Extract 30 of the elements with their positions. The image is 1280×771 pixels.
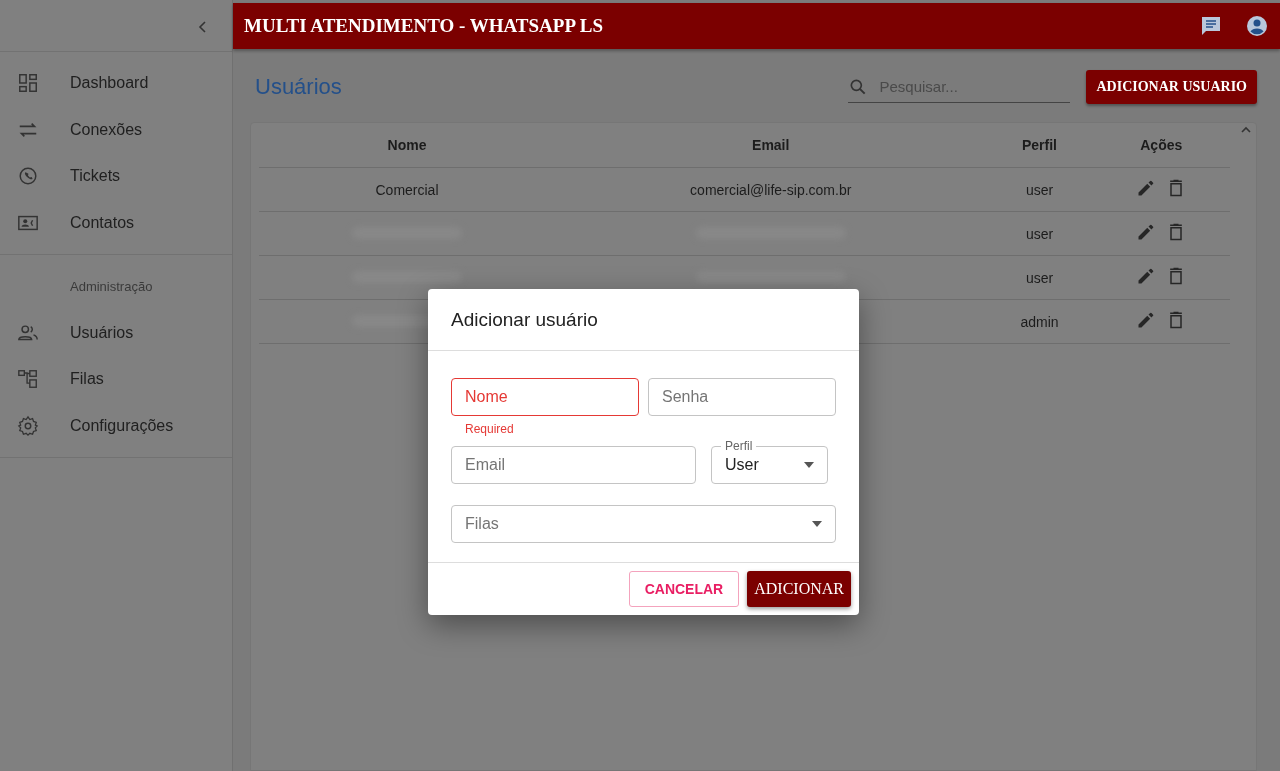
sidebar-item[interactable]: Configurações (0, 402, 232, 450)
table-cell: comercial@life-sip.com.br (690, 181, 852, 198)
password-field[interactable]: Senha (648, 378, 836, 416)
error-text: Required (465, 422, 514, 436)
column-header: Nome (387, 137, 427, 153)
sidebar-item[interactable]: Contatos (0, 199, 232, 247)
field-label: Perfil (721, 439, 757, 453)
queues-select[interactable]: Filas (451, 505, 836, 543)
page-title: Usuários (255, 74, 342, 99)
column-header: Perfil (1022, 137, 1057, 153)
sidebar-item[interactable]: Filas (0, 355, 232, 403)
table-cell: admin (1020, 313, 1059, 330)
table-cell: user (1025, 269, 1054, 286)
section-header: Administração (70, 278, 153, 294)
table-cell: Comercial (375, 181, 439, 198)
cancel-button[interactable]: CANCELAR (628, 571, 740, 607)
dialog-title: Adicionar usuário (451, 309, 598, 330)
sidebar-item[interactable]: Usuários (0, 309, 232, 356)
add-user-button[interactable]: ADICIONAR USUARIO (1086, 70, 1257, 104)
email-field[interactable]: Email (451, 446, 696, 484)
sidebar-item[interactable]: Conexões (0, 106, 232, 154)
column-header: Email (752, 137, 790, 153)
app-title: MULTI ATENDIMENTO - WHATSAPP LS (244, 15, 604, 37)
table-cell: user (1025, 181, 1054, 198)
add-button[interactable]: ADICIONAR (747, 571, 851, 607)
column-header: Ações (1140, 137, 1183, 153)
name-field[interactable]: Nome (451, 378, 639, 416)
sidebar-item[interactable]: Tickets (0, 153, 232, 200)
sidebar-item[interactable]: Dashboard (0, 60, 232, 107)
table-cell: user (1025, 225, 1054, 242)
